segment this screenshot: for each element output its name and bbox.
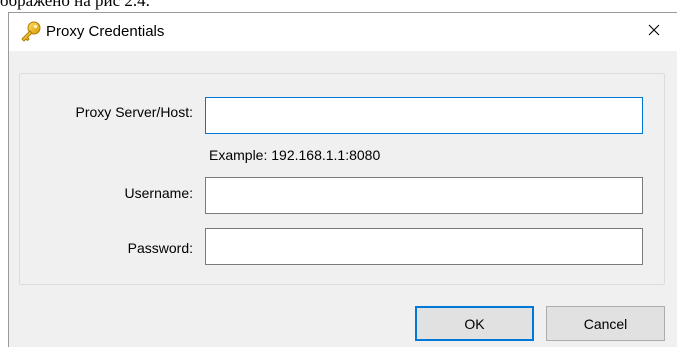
window-title: Proxy Credentials xyxy=(46,23,165,40)
key-icon xyxy=(20,21,42,43)
title-bar[interactable]: Proxy Credentials xyxy=(9,13,677,51)
username-input[interactable] xyxy=(205,177,643,214)
username-label: Username: xyxy=(124,185,193,201)
close-button[interactable] xyxy=(631,13,677,51)
ok-button[interactable]: OK xyxy=(415,306,534,341)
cancel-button[interactable]: Cancel xyxy=(546,306,665,341)
close-icon xyxy=(648,23,660,41)
host-label: Proxy Server/Host: xyxy=(75,104,193,120)
host-hint: Example: 192.168.1.1:8080 xyxy=(209,147,381,163)
page-caption: ображено на рис 2.4. xyxy=(0,0,150,10)
host-input[interactable] xyxy=(205,97,643,134)
proxy-credentials-dialog: Proxy Credentials Proxy Server/Host: Exa… xyxy=(8,12,677,347)
password-label: Password: xyxy=(127,240,193,256)
password-input[interactable] xyxy=(205,228,643,265)
